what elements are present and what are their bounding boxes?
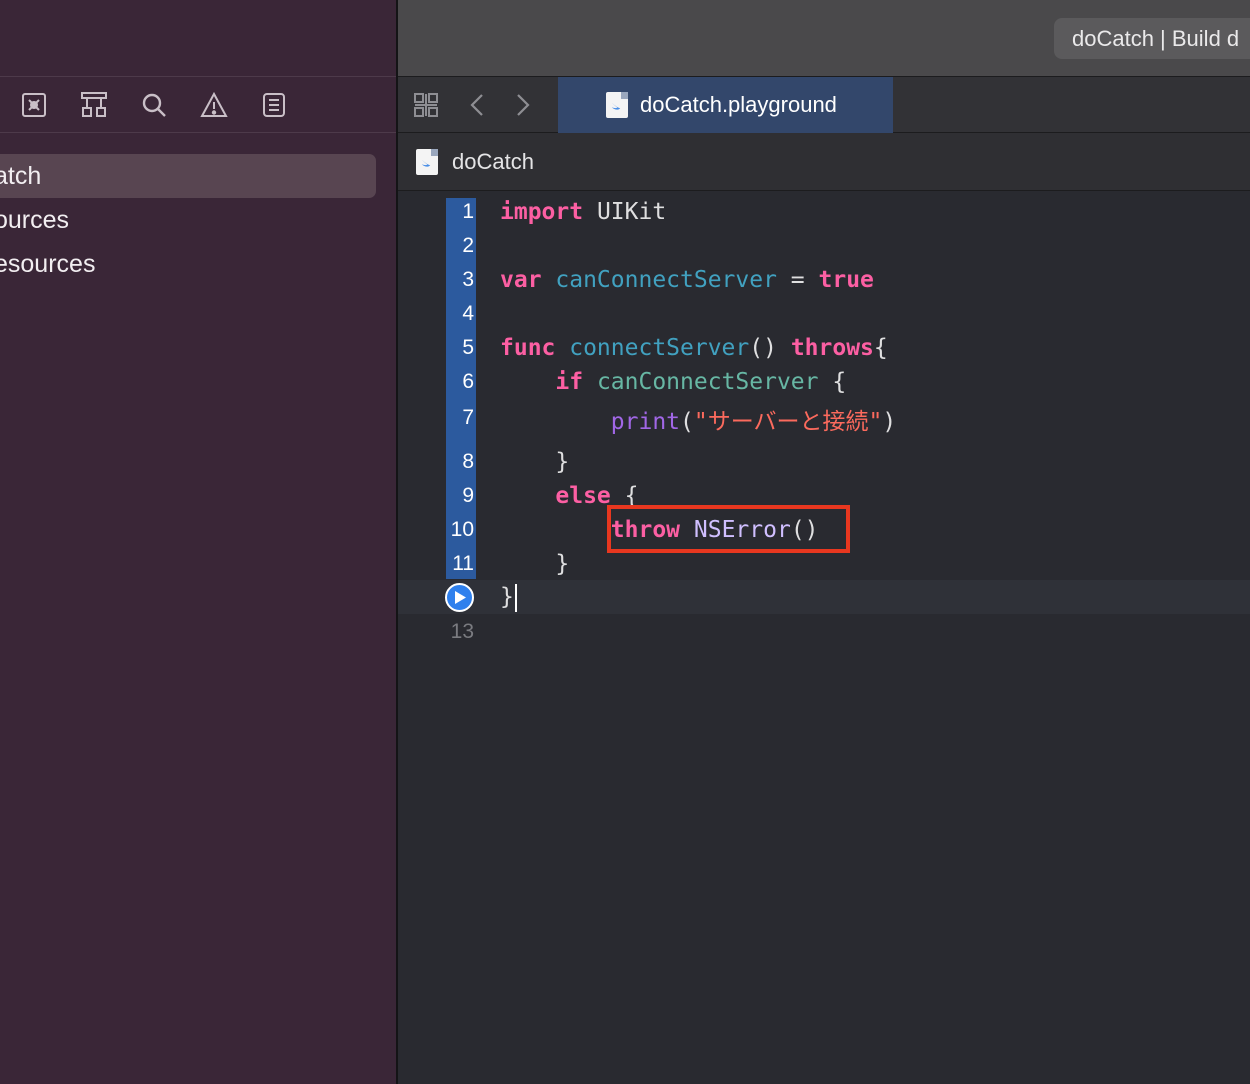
project-navigator-tree: atch ources esources (0, 154, 396, 286)
keyword: throws (790, 335, 874, 361)
jump-bar: doCatch (398, 133, 1250, 191)
swift-file-icon (416, 149, 438, 175)
line-number[interactable]: 3 (446, 263, 474, 297)
operator: = (776, 267, 819, 293)
forward-chevron-icon[interactable] (512, 93, 532, 117)
line-number[interactable]: 2 (446, 229, 474, 263)
back-chevron-icon[interactable] (468, 93, 488, 117)
string-literal: "サーバーと接続" (693, 409, 883, 435)
related-items-grid-icon[interactable] (412, 91, 440, 119)
code-line: 5 func connectServer() throws{ (398, 331, 1250, 365)
code-text[interactable]: if canConnectServer { (500, 365, 846, 399)
builtin-function: print (610, 409, 681, 435)
navigator-sidebar: atch ources esources (0, 0, 396, 1084)
divider (0, 132, 396, 133)
code-text[interactable]: var canConnectServer = true (500, 263, 874, 297)
line-number[interactable]: 6 (446, 365, 474, 399)
report-icon[interactable] (260, 91, 288, 119)
code-text[interactable]: print("サーバーと接続") (500, 405, 896, 439)
code-token: ) (882, 409, 897, 435)
hierarchy-icon[interactable] (80, 91, 108, 119)
code-token: { (818, 369, 847, 395)
breadcrumb[interactable]: doCatch (452, 133, 534, 190)
text-cursor (514, 583, 517, 612)
navigator-selector-bar (0, 77, 396, 132)
line-number[interactable]: 4 (446, 297, 474, 331)
code-text[interactable]: } (500, 445, 569, 479)
identifier: canConnectServer (541, 267, 777, 293)
function-name: connectServer (555, 335, 750, 361)
code-token: UIKit (583, 199, 667, 225)
run-line-button[interactable] (445, 583, 474, 612)
window-toolbar: doCatch | Build d (398, 0, 1250, 76)
code-line: 13 (398, 615, 1250, 649)
tree-item-resources[interactable]: esources (0, 242, 396, 286)
tree-item-label: atch (0, 162, 42, 190)
tree-item-sources[interactable]: ources (0, 198, 396, 242)
code-line: 7 print("サーバーと接続") (398, 405, 1250, 439)
code-line: 2 (398, 229, 1250, 263)
tree-item-label: ources (0, 206, 70, 234)
annotation-highlight-box (607, 505, 850, 553)
breakpoint-navigator-icon[interactable] (20, 91, 48, 119)
code-token: } (500, 584, 514, 610)
tab-docatch-playground[interactable]: doCatch.playground (558, 77, 893, 133)
line-number[interactable]: 10 (446, 513, 474, 547)
line-number[interactable]: 5 (446, 331, 474, 365)
code-line: 3 var canConnectServer = true (398, 263, 1250, 297)
issue-warning-icon[interactable] (200, 91, 228, 119)
code-line: 4 (398, 297, 1250, 331)
play-icon (455, 591, 466, 604)
code-token: { (873, 335, 888, 361)
line-number[interactable]: 7 (446, 401, 474, 435)
line-number[interactable]: 1 (446, 195, 474, 229)
code-token: () (749, 335, 791, 361)
editor-tab-bar: doCatch.playground (398, 76, 1250, 133)
line-number[interactable]: 11 (446, 547, 474, 581)
keyword: import (500, 199, 584, 225)
code-text[interactable]: } (500, 580, 517, 614)
line-number[interactable]: 8 (446, 445, 474, 479)
activity-status: doCatch | Build d (1054, 18, 1250, 59)
line-number[interactable]: 9 (446, 479, 474, 513)
code-text[interactable]: func connectServer() throws{ (500, 331, 888, 365)
code-text[interactable]: } (500, 547, 569, 581)
keyword: else (555, 483, 611, 509)
code-line: 1 import UIKit (398, 195, 1250, 229)
code-line: 8 } (398, 445, 1250, 479)
tree-item-playground[interactable]: atch (0, 154, 376, 198)
identifier: canConnectServer (583, 369, 819, 395)
code-token: ( (680, 409, 694, 435)
sidebar-toolbar-area (0, 0, 396, 76)
code-line: } (398, 580, 1250, 614)
code-line: 6 if canConnectServer { (398, 365, 1250, 399)
keyword: func (500, 335, 556, 361)
source-editor[interactable]: 1 import UIKit 2 3 var canConnectServer … (398, 191, 1250, 1084)
code-text[interactable]: import UIKit (500, 195, 666, 229)
line-number[interactable]: 13 (446, 615, 474, 649)
find-icon[interactable] (140, 91, 168, 119)
tree-item-label: esources (0, 250, 96, 278)
keyword: if (555, 369, 584, 395)
keyword: true (818, 267, 874, 293)
tab-label: doCatch.playground (640, 92, 837, 117)
keyword: var (500, 267, 542, 293)
swift-file-icon (606, 92, 628, 118)
